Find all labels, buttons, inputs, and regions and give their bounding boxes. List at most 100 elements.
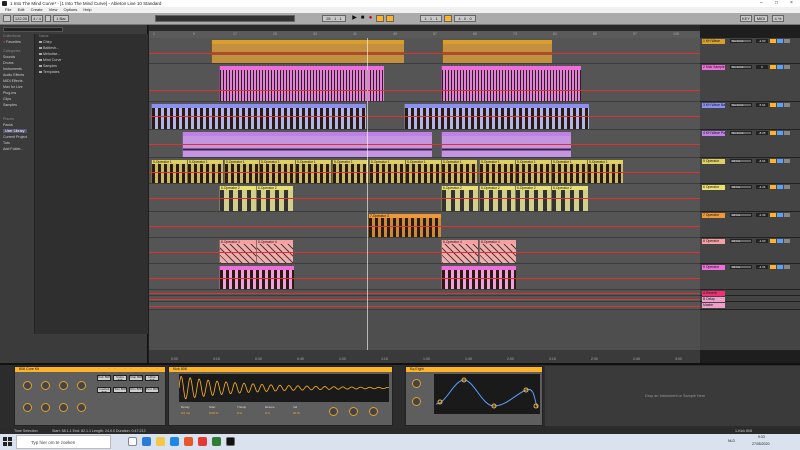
drum-pad[interactable]: Perc 808 (145, 387, 159, 393)
ableton-icon[interactable] (226, 437, 235, 446)
track-name[interactable]: 2 Kick Sample (702, 65, 725, 70)
edge-icon[interactable] (142, 437, 151, 446)
place-user-library[interactable]: User Library (3, 129, 27, 133)
track-header[interactable]: 7 Operator All Ins -2.39 (700, 212, 800, 238)
arm-button[interactable] (784, 239, 790, 243)
solo-button[interactable] (777, 239, 783, 243)
browser-search-input[interactable] (3, 27, 63, 32)
clock-time[interactable]: 9:33 (758, 435, 765, 439)
track-name[interactable]: 5 Operator (702, 159, 725, 164)
automation-arm-button[interactable] (386, 15, 394, 22)
track-name[interactable]: 1 KH Wave (702, 39, 725, 44)
arrangement-clip[interactable] (211, 40, 404, 63)
list-item[interactable]: Chirp (39, 40, 52, 44)
maximize-button[interactable]: □ (775, 0, 778, 7)
solo-button[interactable] (777, 65, 783, 69)
place-tuts[interactable]: Tuts (3, 141, 10, 145)
place-add-folder[interactable]: Add Folder... (3, 147, 23, 151)
activator-button[interactable] (770, 159, 776, 163)
drum-pad[interactable]: Cowbell 808 (97, 387, 111, 394)
category-midi-effects[interactable]: MIDI Effects (3, 79, 23, 83)
tap-button[interactable] (3, 15, 11, 22)
macro-knob[interactable] (41, 403, 50, 412)
activator-button[interactable] (770, 131, 776, 135)
activator-button[interactable] (770, 239, 776, 243)
arm-button[interactable] (784, 65, 790, 69)
arrangement-view[interactable]: 5-Operator 1 5-Operator 1 5-Operator 1 5-Op… (149, 38, 700, 350)
menu-view[interactable]: View (49, 7, 58, 12)
input-routing[interactable]: No Input (730, 65, 752, 69)
menu-file[interactable]: File (5, 7, 11, 12)
record-icon[interactable]: ● (367, 15, 374, 22)
pan-knob[interactable] (349, 407, 358, 416)
track-header[interactable]: 1 KH Wave No Input -2.60 (700, 38, 800, 64)
track-name[interactable]: 3 KH Wave Bass (702, 103, 725, 108)
arm-button[interactable] (784, 131, 790, 135)
arrangement-clip[interactable] (442, 40, 552, 63)
input-routing[interactable]: No Input (730, 103, 752, 107)
time-ruler[interactable]: 0:00 0:15 0:30 0:45 1:00 1:15 1:30 1:45 2:00 2:15… (149, 350, 700, 363)
track-header[interactable]: 9 Operator All Ins -4.04 (700, 264, 800, 290)
loop-length-field[interactable]: 4 . 0 . 0 (454, 15, 476, 22)
track-header[interactable]: 3 KH Wave Bass No Input -5.64 (700, 102, 800, 130)
param-value[interactable]: 0 st (237, 411, 242, 415)
windows-start-icon[interactable] (3, 437, 12, 446)
arrangement-clip[interactable] (219, 66, 384, 101)
list-item[interactable]: Melodise... (39, 52, 60, 56)
track-volume[interactable]: -6.64 (756, 159, 768, 163)
category-samples[interactable]: Samples (3, 103, 17, 107)
drum-pad[interactable]: Tom 808 (113, 387, 127, 393)
automation-line[interactable] (149, 278, 700, 279)
minimize-button[interactable]: – (760, 0, 763, 7)
input-routing[interactable]: All Ins (730, 185, 752, 189)
automation-line[interactable] (149, 226, 700, 227)
solo-button[interactable] (777, 213, 783, 217)
input-routing[interactable]: All Ins (730, 159, 752, 163)
input-routing[interactable]: All Ins (730, 213, 752, 217)
activator-button[interactable] (770, 265, 776, 269)
eq-curve-display[interactable] (434, 374, 540, 414)
filter-knob[interactable] (369, 407, 378, 416)
automation-line[interactable] (149, 144, 700, 145)
stop-icon[interactable]: ■ (359, 15, 366, 22)
menu-edit[interactable]: Edit (18, 7, 25, 12)
firefox-icon[interactable] (184, 437, 193, 446)
track-name[interactable]: Master (702, 303, 725, 308)
eq-eight-device[interactable]: Eq Eight (405, 366, 543, 426)
mail-icon[interactable] (170, 437, 179, 446)
waveform-display[interactable] (179, 374, 389, 402)
track-name[interactable]: 8 Operator (702, 239, 725, 244)
place-current-project[interactable]: Current Project (3, 135, 27, 139)
track-name[interactable]: 9 Operator (702, 265, 725, 270)
taskbar-search-input[interactable]: Typ hier om te zoeken (16, 435, 111, 449)
solo-button[interactable] (777, 265, 783, 269)
menu-create[interactable]: Create (31, 7, 43, 12)
eq-gain-knob[interactable] (412, 379, 421, 388)
activator-button[interactable] (770, 185, 776, 189)
track-header[interactable]: 6 Operator All Ins -4.24 (700, 184, 800, 212)
eq-freq-knob[interactable] (412, 397, 421, 406)
arm-button[interactable] (784, 185, 790, 189)
drum-pad[interactable]: Hihat 808 (145, 375, 159, 382)
category-clips[interactable]: Clips (3, 97, 11, 101)
track-header[interactable]: 2 Kick Sample No Input 0 (700, 64, 800, 102)
arm-button[interactable] (784, 159, 790, 163)
category-plugins[interactable]: Plug-Ins (3, 91, 16, 95)
param-value[interactable]: 20 % (293, 411, 300, 415)
track-name[interactable]: 7 Operator (702, 213, 725, 218)
play-icon[interactable]: ▶ (351, 15, 358, 22)
track-name[interactable]: 6 Operator (702, 185, 725, 190)
favorites-item[interactable]: ● Favorites (3, 40, 21, 44)
place-packs[interactable]: Packs (3, 123, 13, 127)
arrangement-clip[interactable] (441, 66, 581, 101)
track-volume[interactable]: -4.24 (756, 185, 768, 189)
track-volume[interactable]: 0 (756, 65, 768, 69)
arm-button[interactable] (784, 39, 790, 43)
language-indicator[interactable]: NLD (728, 439, 735, 443)
macro-knob[interactable] (41, 381, 50, 390)
close-button[interactable]: × (790, 0, 793, 7)
param-value[interactable]: 0.00 % (209, 411, 218, 415)
drum-pad[interactable]: Clap 808 (129, 375, 143, 381)
param-value[interactable]: 0 ct (265, 411, 270, 415)
track-volume[interactable]: -4.04 (756, 265, 768, 269)
